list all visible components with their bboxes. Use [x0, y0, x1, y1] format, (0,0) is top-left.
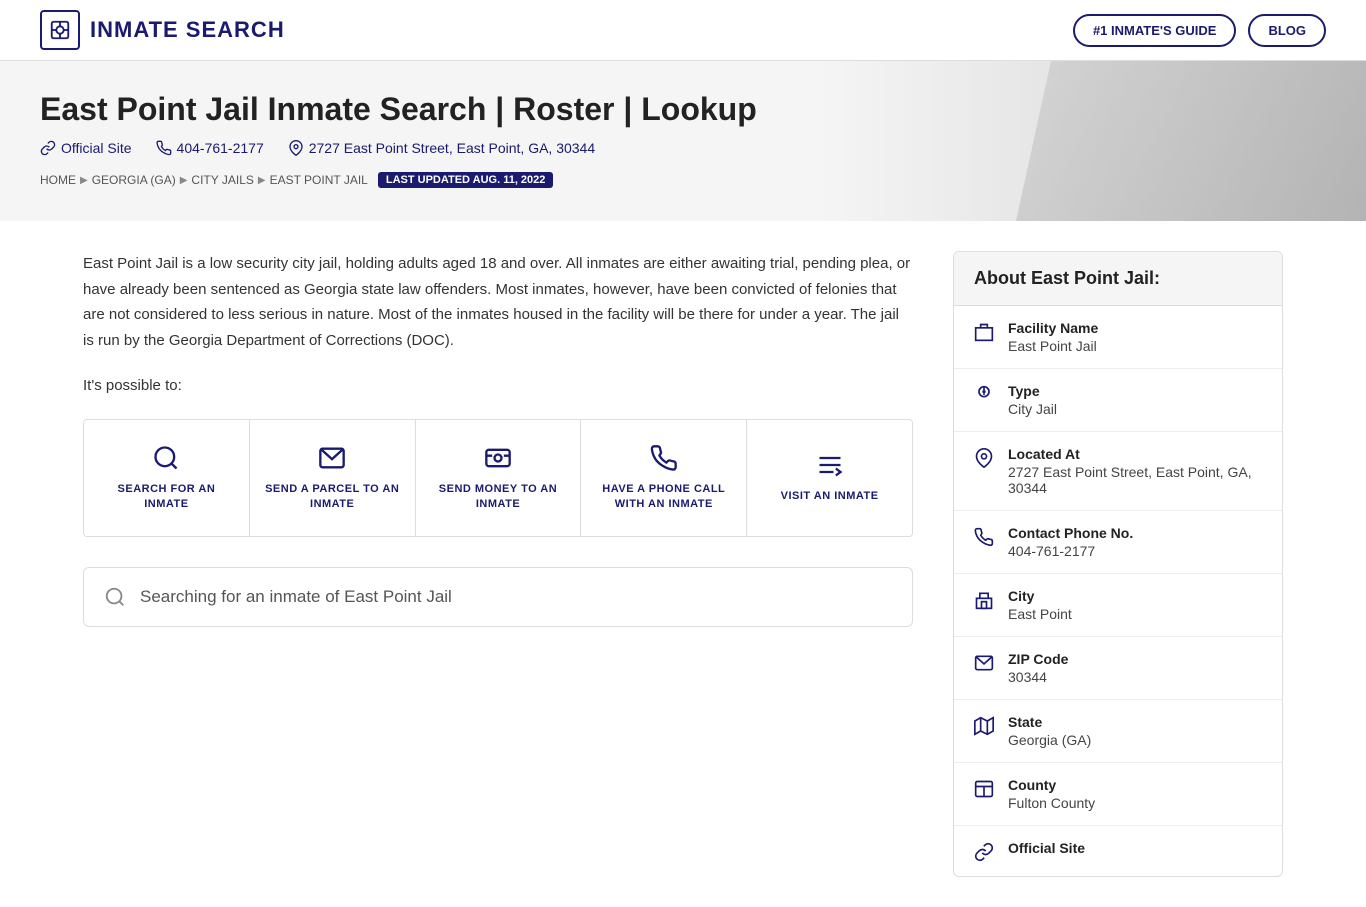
logo-icon: [40, 10, 80, 50]
phone-value: 404-761-2177: [1008, 543, 1133, 559]
parcel-icon: [318, 444, 346, 472]
county-icon: [974, 779, 994, 799]
location-value: 2727 East Point Street, East Point, GA, …: [1008, 464, 1262, 496]
visit-icon: [816, 451, 844, 479]
official-site-label: Official Site: [1008, 840, 1085, 856]
location-label: Located At: [1008, 446, 1262, 462]
action-phone-label: HAVE A PHONE CALL WITH AN INMATE: [593, 482, 734, 513]
header-nav: #1 INMATE'S GUIDE BLOG: [1073, 14, 1326, 47]
guide-button[interactable]: #1 INMATE'S GUIDE: [1073, 14, 1236, 47]
phone-call-icon: [650, 444, 678, 472]
location-pin-icon: [974, 448, 994, 468]
zip-value: 30344: [1008, 669, 1068, 685]
search-box-placeholder: Searching for an inmate of East Point Ja…: [140, 587, 452, 607]
action-visit-label: VISIT AN INMATE: [781, 489, 879, 504]
city-icon: [974, 590, 994, 610]
contact-phone-icon: [974, 527, 994, 547]
city-label: City: [1008, 588, 1072, 604]
main-layout: East Point Jail is a low security city j…: [43, 221, 1323, 907]
phone-icon: [156, 140, 172, 156]
action-money-label: SEND MONEY TO AN INMATE: [428, 482, 569, 513]
phone-label: Contact Phone No.: [1008, 525, 1133, 541]
main-content: East Point Jail is a low security city j…: [83, 251, 913, 877]
facility-name-label: Facility Name: [1008, 320, 1098, 336]
type-icon: [974, 385, 994, 405]
sidebar-row-official-site[interactable]: Official Site: [954, 826, 1282, 876]
sidebar-card: About East Point Jail: Facility Name Eas…: [953, 251, 1283, 877]
type-label: Type: [1008, 383, 1057, 399]
facility-description: East Point Jail is a low security city j…: [83, 251, 913, 353]
hero-section: East Point Jail Inmate Search | Roster |…: [0, 61, 1366, 221]
sidebar-card-body: Facility Name East Point Jail Type City …: [954, 306, 1282, 876]
action-search-label: SEARCH FOR AN INMATE: [96, 482, 237, 513]
sidebar-row-phone: Contact Phone No. 404-761-2177: [954, 511, 1282, 574]
logo-text: INMATE SEARCH: [90, 17, 285, 43]
mail-icon: [974, 653, 994, 673]
action-parcel-label: SEND A PARCEL TO AN INMATE: [262, 482, 403, 513]
sidebar-row-type: Type City Jail: [954, 369, 1282, 432]
sidebar-row-state: State Georgia (GA): [954, 700, 1282, 763]
link-icon: [40, 140, 56, 156]
county-value: Fulton County: [1008, 795, 1095, 811]
breadcrumb-state[interactable]: GEORGIA (GA): [92, 173, 176, 187]
phone-link[interactable]: 404-761-2177: [156, 140, 264, 156]
breadcrumb-sep2: ▶: [180, 175, 188, 186]
state-label: State: [1008, 714, 1091, 730]
action-card-phone[interactable]: HAVE A PHONE CALL WITH AN INMATE: [581, 420, 747, 537]
building-icon: [974, 322, 994, 342]
sidebar-row-city: City East Point: [954, 574, 1282, 637]
sidebar-row-location: Located At 2727 East Point Street, East …: [954, 432, 1282, 511]
official-site-link[interactable]: Official Site: [40, 140, 132, 156]
breadcrumb-city-jails[interactable]: CITY JAILS: [191, 173, 253, 187]
site-header: INMATE SEARCH #1 INMATE'S GUIDE BLOG: [0, 0, 1366, 61]
action-cards: SEARCH FOR AN INMATE SEND A PARCEL TO AN…: [83, 419, 913, 538]
sidebar-row-zip: ZIP Code 30344: [954, 637, 1282, 700]
action-card-search[interactable]: SEARCH FOR AN INMATE: [84, 420, 250, 537]
last-updated-badge: LAST UPDATED AUG. 11, 2022: [378, 172, 554, 188]
action-card-parcel[interactable]: SEND A PARCEL TO AN INMATE: [250, 420, 416, 537]
county-label: County: [1008, 777, 1095, 793]
map-icon: [974, 716, 994, 736]
search-box-icon: [104, 586, 126, 608]
action-card-visit[interactable]: VISIT AN INMATE: [747, 420, 912, 537]
search-icon: [152, 444, 180, 472]
breadcrumb-facility[interactable]: EAST POINT JAIL: [270, 173, 368, 187]
official-site-icon: [974, 842, 994, 862]
type-value: City Jail: [1008, 401, 1057, 417]
facility-name-content: Facility Name East Point Jail: [1008, 320, 1098, 354]
address-link[interactable]: 2727 East Point Street, East Point, GA, …: [288, 140, 595, 156]
state-value: Georgia (GA): [1008, 732, 1091, 748]
zip-label: ZIP Code: [1008, 651, 1068, 667]
sidebar-title: About East Point Jail:: [974, 268, 1262, 289]
location-icon: [288, 140, 304, 156]
breadcrumb-sep1: ▶: [80, 175, 88, 186]
logo-link[interactable]: INMATE SEARCH: [40, 10, 285, 50]
sidebar: About East Point Jail: Facility Name Eas…: [953, 251, 1283, 877]
city-value: East Point: [1008, 606, 1072, 622]
sidebar-row-facility: Facility Name East Point Jail: [954, 306, 1282, 369]
sidebar-card-header: About East Point Jail:: [954, 252, 1282, 306]
search-box[interactable]: Searching for an inmate of East Point Ja…: [83, 567, 913, 627]
action-card-money[interactable]: SEND MONEY TO AN INMATE: [416, 420, 582, 537]
possible-label: It's possible to:: [83, 373, 913, 399]
money-icon: [484, 444, 512, 472]
facility-name-value: East Point Jail: [1008, 338, 1098, 354]
blog-button[interactable]: BLOG: [1248, 14, 1326, 47]
breadcrumb-home[interactable]: HOME: [40, 173, 76, 187]
sidebar-row-county: County Fulton County: [954, 763, 1282, 826]
breadcrumb-sep3: ▶: [258, 175, 266, 186]
hero-bg-decoration: [1016, 61, 1366, 221]
